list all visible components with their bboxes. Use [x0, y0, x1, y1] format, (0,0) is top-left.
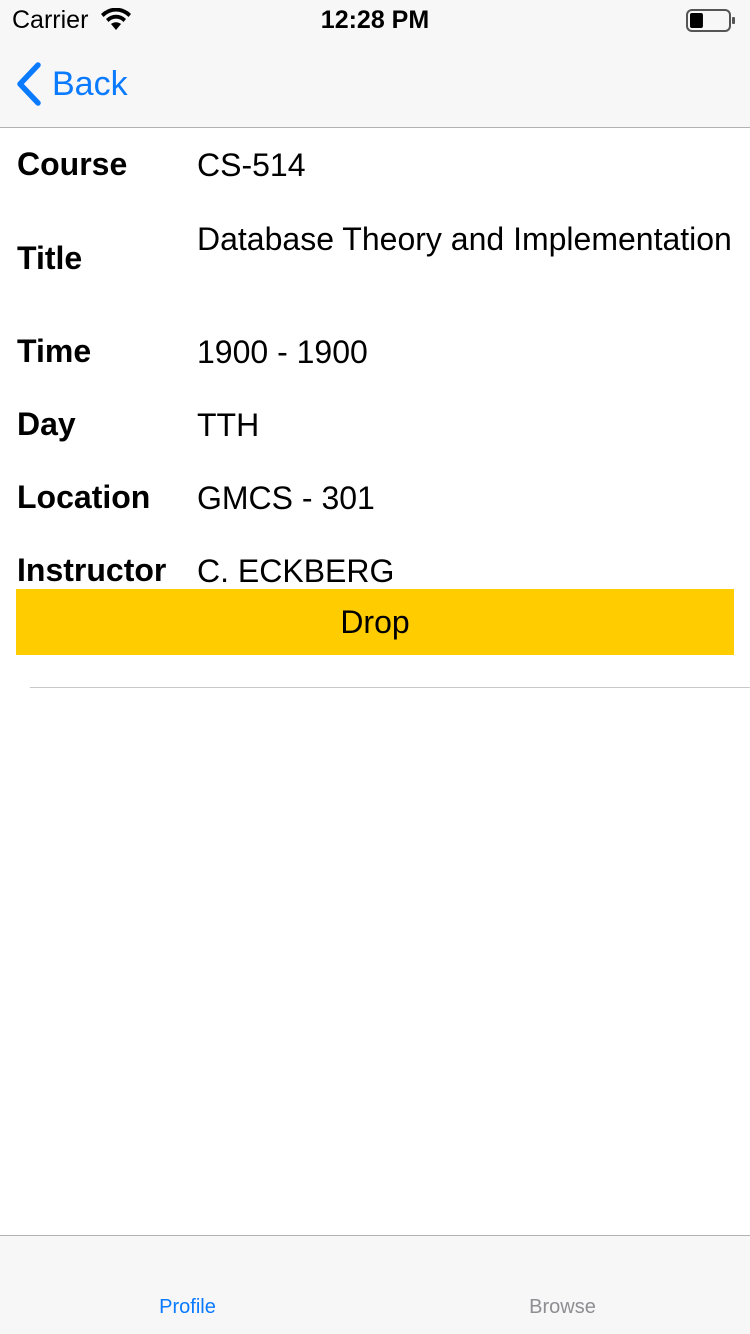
divider — [30, 687, 750, 688]
tab-profile[interactable]: Profile — [0, 1296, 375, 1319]
course-value: CS-514 — [197, 147, 306, 183]
day-value: TTH — [197, 407, 260, 443]
location-label: Location — [17, 479, 151, 515]
battery-icon — [686, 9, 735, 32]
drop-button[interactable]: Drop — [16, 589, 734, 655]
back-button[interactable]: Back — [14, 60, 128, 108]
clock: 12:28 PM — [320, 6, 430, 34]
location-value: GMCS - 301 — [197, 480, 375, 516]
course-label: Course — [17, 146, 128, 182]
tab-bar: Profile Browse — [0, 1235, 750, 1334]
time-value: 1900 - 1900 — [197, 334, 368, 370]
back-label: Back — [52, 64, 128, 103]
title-label: Title — [17, 240, 83, 276]
tab-browse[interactable]: Browse — [375, 1296, 750, 1319]
instructor-value: C. ECKBERG — [197, 553, 395, 589]
time-label: Time — [17, 333, 92, 369]
day-label: Day — [17, 406, 76, 442]
status-bar: Carrier 12:28 PM — [0, 0, 750, 40]
title-value: Database Theory and Implementation — [197, 221, 732, 257]
chevron-left-icon — [17, 62, 41, 106]
navigation-bar: Back — [0, 40, 750, 128]
instructor-label: Instructor — [17, 552, 167, 588]
